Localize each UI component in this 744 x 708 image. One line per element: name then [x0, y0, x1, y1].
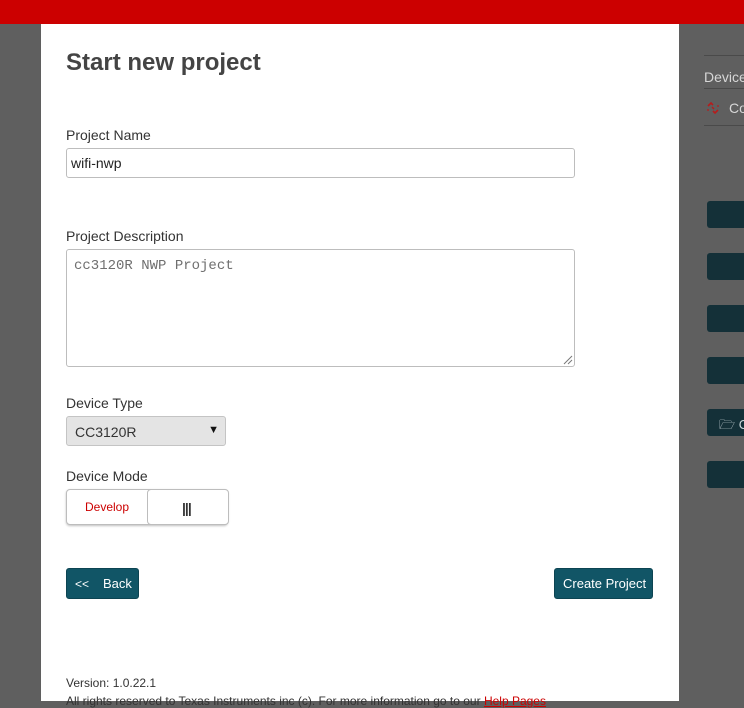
background-tab-label: Device [704, 69, 744, 85]
background-button[interactable] [707, 305, 744, 332]
background-tab-device[interactable]: Device [704, 55, 744, 88]
create-project-label: Create Project [563, 576, 647, 591]
project-name-label: Project Name [66, 127, 151, 143]
device-mode-label: Device Mode [66, 468, 148, 484]
background-button[interactable] [707, 253, 744, 280]
project-name-input[interactable] [66, 148, 575, 178]
folder-open-icon: 🗁 C [719, 416, 744, 438]
device-type-select[interactable]: CC3120R ▼ [66, 416, 226, 446]
background-folder-button[interactable]: 🗁 C [707, 409, 744, 436]
grip-lines-icon: ||| [182, 500, 192, 516]
back-button[interactable]: << Back [66, 568, 139, 599]
dialog-title: Start new project [66, 49, 261, 76]
broken-link-icon [707, 101, 719, 115]
double-chevron-left-icon: << [75, 577, 90, 591]
background-button[interactable] [707, 461, 744, 488]
create-project-button[interactable]: Create Project [554, 568, 653, 599]
background-tab-connection[interactable]: Co [704, 88, 744, 126]
top-header-bar [0, 0, 744, 24]
device-mode-toggle[interactable]: Develop ||| [66, 489, 229, 525]
new-project-dialog: Start new project Project Name Project D… [41, 24, 679, 708]
resize-grip-icon[interactable] [563, 355, 573, 365]
version-text: Version: 1.0.22.1 [66, 676, 157, 690]
rights-text: All rights reserved to Texas Instruments… [66, 694, 546, 708]
background-button[interactable] [707, 201, 744, 228]
device-type-label: Device Type [66, 395, 143, 411]
help-pages-link[interactable]: Help Pages [484, 694, 546, 708]
toggle-handle[interactable]: ||| [147, 489, 229, 525]
project-description-label: Project Description [66, 228, 184, 244]
device-type-value: CC3120R [75, 424, 137, 440]
background-button[interactable] [707, 357, 744, 384]
rights-statement: All rights reserved to Texas Instruments… [66, 694, 484, 708]
device-mode-option: Develop [85, 500, 130, 514]
background-folder-label: C [738, 417, 744, 432]
project-description-textarea[interactable] [66, 249, 575, 367]
back-button-label: Back [103, 576, 132, 591]
background-tab-label: Co [729, 100, 744, 116]
dropdown-caret-icon: ▼ [208, 424, 219, 436]
